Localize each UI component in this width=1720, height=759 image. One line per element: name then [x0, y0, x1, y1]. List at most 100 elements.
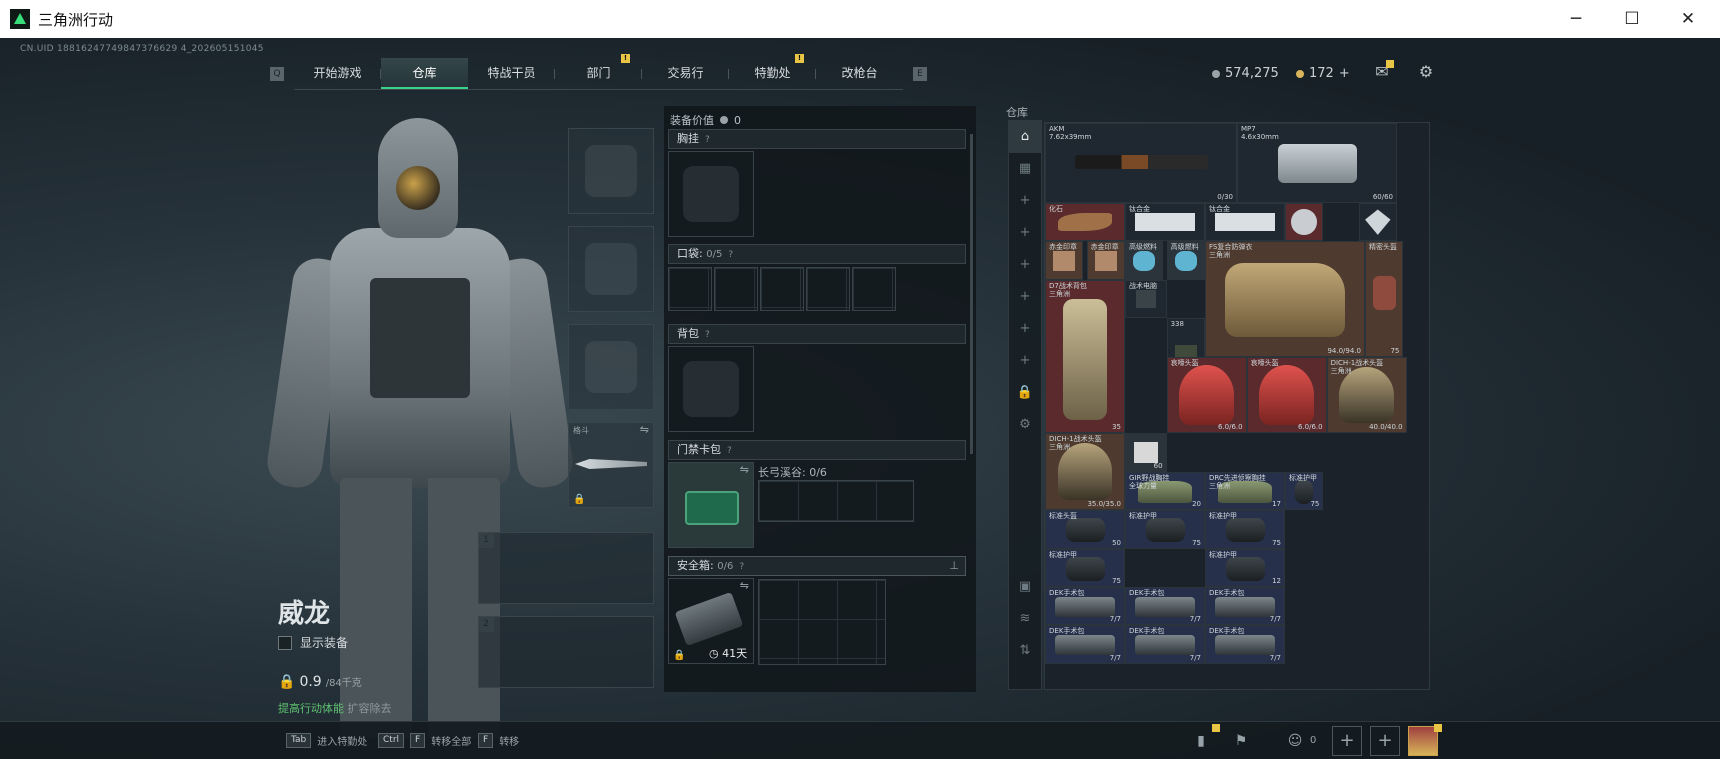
- stack-icon[interactable]: ≋: [1009, 603, 1041, 635]
- warehouse-item[interactable]: 战术电脑: [1125, 279, 1167, 319]
- pocket-slot-4[interactable]: [806, 267, 850, 311]
- warehouse-item[interactable]: 赤金印章: [1086, 241, 1125, 280]
- pocket-slot-3[interactable]: [760, 267, 804, 311]
- tab-0[interactable]: 开始游戏: [294, 58, 381, 89]
- tab-5[interactable]: 特勤处!: [729, 54, 816, 89]
- pocket-slot-5[interactable]: [852, 267, 896, 311]
- minimize-button[interactable]: ─: [1548, 0, 1604, 38]
- chest-rig-slot[interactable]: [668, 151, 754, 237]
- warehouse-item[interactable]: DICH-1战术头盔 三角洲 40.0/40.0: [1326, 356, 1407, 434]
- helmet-slot[interactable]: [568, 128, 654, 214]
- help-icon[interactable]: ?: [705, 330, 710, 340]
- melee-slot[interactable]: 格斗 ⇋ 🔒: [568, 422, 654, 508]
- warehouse-item[interactable]: 标准护甲 75: [1205, 510, 1285, 549]
- hint-transfer-all[interactable]: Ctrl F 转移全部: [378, 733, 471, 748]
- safebox-slot[interactable]: ⇋ 🔒 ◷ 41天: [668, 578, 754, 664]
- warehouse-main-icon[interactable]: ⌂: [1009, 121, 1041, 153]
- warehouse-item[interactable]: 钛合金: [1205, 203, 1285, 242]
- expand-plus-icon[interactable]: +: [1009, 345, 1041, 377]
- show-gear-toggle[interactable]: 显示装备: [278, 634, 348, 651]
- hint-transfer[interactable]: F 转移: [478, 733, 519, 748]
- warehouse-item[interactable]: 标准护甲 75: [1045, 548, 1125, 587]
- warehouse-item[interactable]: DEK手术包 7/7: [1125, 625, 1205, 664]
- warehouse-item[interactable]: 哀嚎头盔 6.0/6.0: [1166, 356, 1247, 434]
- warehouse-item[interactable]: 标准护甲 75: [1125, 510, 1205, 549]
- warehouse-item[interactable]: MP7 4.6x30mm 60/60: [1237, 123, 1397, 203]
- swap-icon[interactable]: ⇋: [740, 579, 749, 592]
- swap-icon[interactable]: ⇋: [640, 423, 649, 436]
- warehouse-item[interactable]: [1285, 203, 1324, 242]
- tab-3[interactable]: 部门!: [555, 54, 642, 89]
- expand-plus-icon[interactable]: +: [1009, 217, 1041, 249]
- warehouse-item[interactable]: FS复合防弹衣 三角洲 94.0/94.0: [1205, 241, 1365, 357]
- armor-slot[interactable]: [568, 226, 654, 312]
- backpack-slot[interactable]: [668, 346, 754, 432]
- secondary-weapon-slot[interactable]: [478, 616, 654, 688]
- locked-page-icon[interactable]: 🔒: [1009, 377, 1041, 409]
- warehouse-item[interactable]: [1358, 203, 1397, 242]
- tab-2[interactable]: 特战干员: [468, 58, 555, 89]
- warehouse-item[interactable]: GIR野战胸挂 全球力量 20: [1125, 471, 1205, 511]
- pistol-slot[interactable]: [568, 324, 654, 410]
- expand-plus-icon[interactable]: +: [1009, 249, 1041, 281]
- safebox-grid[interactable]: [758, 579, 886, 665]
- help-icon[interactable]: ?: [739, 562, 744, 572]
- warehouse-item[interactable]: 60: [1125, 433, 1167, 472]
- warehouse-item[interactable]: DEK手术包 7/7: [1045, 625, 1125, 664]
- sort-icon[interactable]: ⇅: [1009, 635, 1041, 667]
- stats-chart-icon[interactable]: ▮: [1188, 728, 1214, 754]
- warehouse-item[interactable]: DEK手术包 7/7: [1045, 587, 1125, 626]
- nav-prev-key[interactable]: Q: [270, 67, 284, 81]
- loadout-scrollbar[interactable]: [970, 134, 973, 454]
- warehouse-item[interactable]: DEK手术包 7/7: [1205, 587, 1285, 626]
- pocket-slot-1[interactable]: [668, 267, 712, 311]
- warehouse-item[interactable]: 高级燃料: [1166, 241, 1205, 280]
- collection-icon[interactable]: ▣: [1009, 571, 1041, 603]
- tab-4[interactable]: 交易行: [642, 58, 729, 89]
- pin-icon[interactable]: ⊥: [949, 557, 959, 575]
- help-icon[interactable]: ?: [728, 250, 733, 260]
- swap-icon[interactable]: ⇋: [740, 463, 749, 476]
- keycard-holder-slot[interactable]: ⇋: [668, 462, 754, 548]
- tab-6[interactable]: 改枪台: [816, 58, 903, 89]
- warehouse-item[interactable]: 精密头盔 75: [1365, 241, 1404, 357]
- warehouse-page-icon[interactable]: ▦: [1009, 153, 1041, 185]
- warehouse-item[interactable]: 标准护甲 12: [1205, 548, 1285, 587]
- warehouse-item[interactable]: 标准头盔 50: [1045, 510, 1125, 549]
- warehouse-item[interactable]: DICH-1战术头盔 三角洲 35.0/35.0: [1045, 433, 1125, 511]
- pocket-slot-2[interactable]: [714, 267, 758, 311]
- warehouse-item[interactable]: DRC先进侦察胸挂 三角洲 17: [1205, 471, 1285, 511]
- invite-slot-plus[interactable]: +: [1370, 726, 1400, 756]
- friends-icon[interactable]: ☺: [1282, 728, 1308, 754]
- settings-gear-icon[interactable]: ⚙: [1009, 409, 1041, 441]
- warehouse-item[interactable]: 哀嚎头盔 6.0/6.0: [1246, 356, 1327, 434]
- gold-currency[interactable]: 172 +: [1296, 66, 1350, 81]
- settings-gear-icon[interactable]: ⚙: [1416, 62, 1436, 81]
- maximize-button[interactable]: ☐: [1604, 0, 1660, 38]
- primary-weapon-slot[interactable]: [478, 532, 654, 604]
- expand-plus-icon[interactable]: +: [1009, 185, 1041, 217]
- keycard-grid[interactable]: [758, 480, 914, 522]
- warehouse-item[interactable]: DEK手术包 7/7: [1205, 625, 1285, 664]
- expand-plus-icon[interactable]: +: [1009, 313, 1041, 345]
- flag-icon[interactable]: ⚑: [1228, 728, 1254, 754]
- warehouse-item[interactable]: 化石: [1045, 203, 1125, 242]
- help-icon[interactable]: ?: [727, 446, 732, 456]
- warehouse-item[interactable]: AKM 7.62x39mm 0/30: [1045, 123, 1237, 203]
- tab-1[interactable]: 仓库: [381, 58, 468, 89]
- invite-slot-plus[interactable]: +: [1332, 726, 1362, 756]
- hint-enter-special[interactable]: Tab 进入特勤处: [286, 733, 367, 748]
- warehouse-item[interactable]: 赤金印章: [1045, 241, 1084, 280]
- gold-add[interactable]: +: [1339, 66, 1350, 81]
- warehouse-item[interactable]: D7战术背包 三角洲 35: [1045, 279, 1125, 434]
- warehouse-item[interactable]: 钛合金: [1125, 203, 1205, 242]
- expand-plus-icon[interactable]: +: [1009, 281, 1041, 313]
- help-icon[interactable]: ?: [705, 135, 710, 145]
- show-gear-checkbox[interactable]: [278, 635, 292, 650]
- warehouse-item[interactable]: DEK手术包 7/7: [1125, 587, 1205, 626]
- item-label: 标准护甲: [1049, 550, 1077, 559]
- warehouse-item[interactable]: 高级燃料: [1125, 241, 1164, 280]
- nav-next-key[interactable]: E: [913, 67, 927, 81]
- warehouse-item[interactable]: 标准护甲 75: [1285, 471, 1324, 511]
- close-button[interactable]: ✕: [1660, 0, 1716, 38]
